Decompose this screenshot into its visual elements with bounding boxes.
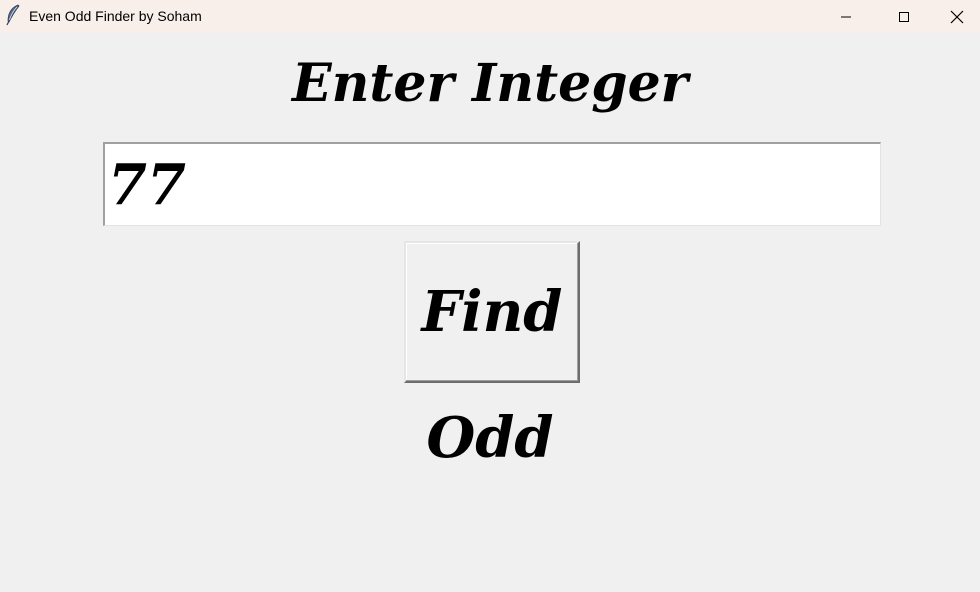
integer-input[interactable]	[103, 142, 881, 226]
find-button[interactable]: Find	[404, 241, 580, 383]
heading-label: Enter Integer	[291, 53, 689, 114]
maximize-button[interactable]	[875, 0, 933, 33]
client-area: Enter Integer Find Odd	[0, 33, 980, 592]
minimize-icon	[841, 16, 851, 17]
result-label: Odd	[426, 405, 554, 471]
maximize-icon	[899, 11, 909, 22]
title-bar[interactable]: Even Odd Finder by Soham	[0, 0, 980, 33]
close-button[interactable]	[934, 0, 980, 33]
feather-icon	[5, 4, 21, 26]
close-icon	[950, 10, 964, 23]
minimize-button[interactable]	[817, 0, 875, 33]
window-title: Even Odd Finder by Soham	[29, 8, 202, 24]
